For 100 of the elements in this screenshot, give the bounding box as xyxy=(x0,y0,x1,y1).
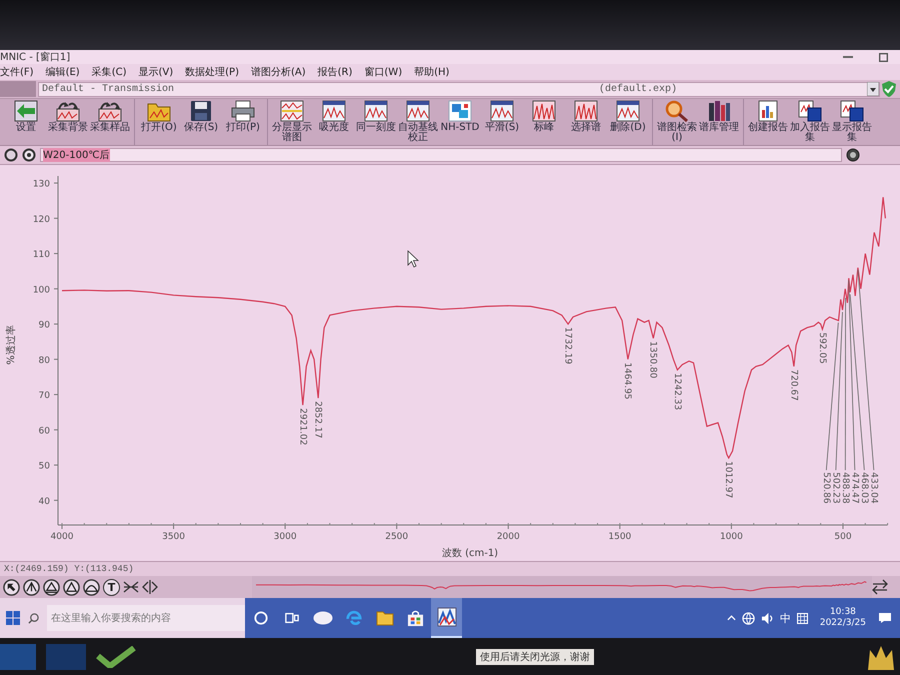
spectrum-app-icon xyxy=(436,607,456,627)
x-tick-label: 2500 xyxy=(385,532,408,542)
folder-icon xyxy=(376,610,394,626)
knob-icon[interactable] xyxy=(846,148,860,162)
menu-item[interactable]: 谱图分析(A) xyxy=(250,65,306,79)
windows-logo-icon[interactable] xyxy=(6,611,20,625)
grid-icon[interactable] xyxy=(796,612,808,624)
printer-icon xyxy=(231,100,255,122)
dot-ring-icon[interactable] xyxy=(22,148,36,162)
toolbar-button[interactable]: 打开(O) xyxy=(138,99,180,145)
double-arrows-icon[interactable] xyxy=(872,579,888,595)
peaks-icon xyxy=(532,100,556,122)
menu-item[interactable]: 数据处理(P) xyxy=(185,65,239,79)
checkmark-icon xyxy=(96,646,136,668)
peak-label: 1242.33 xyxy=(672,372,682,410)
toolbar-button[interactable]: 保存(S) xyxy=(180,99,222,145)
window-title: MNIC - [窗口1] xyxy=(0,50,70,64)
toolbar-button[interactable]: 显示报告集 xyxy=(831,99,873,145)
x-axis-title: 波数 (cm-1) xyxy=(442,548,498,559)
toolbar-button[interactable]: 吸光度 xyxy=(313,99,355,145)
menu-item[interactable]: 采集(C) xyxy=(92,65,126,79)
input-method-indicator[interactable]: 中 xyxy=(780,610,791,626)
circled-dome-icon[interactable] xyxy=(83,578,100,596)
spectrum-window-icon xyxy=(490,100,514,122)
sticker-note: 使用后请关闭光源，谢谢 xyxy=(476,648,594,664)
circled-peak-icon[interactable] xyxy=(23,578,40,596)
toolbar-button[interactable]: 谱库管理 xyxy=(698,99,740,145)
toolbar-button[interactable]: 打印(P) xyxy=(222,99,264,145)
peak-label: 1464.95 xyxy=(622,362,632,400)
toolbar-button[interactable]: 分层显示谱图 xyxy=(271,99,313,145)
toolbar-button[interactable]: 采集样品 xyxy=(89,99,131,145)
text-tool-button[interactable]: T xyxy=(103,578,120,596)
toolbar-button[interactable]: 采集背景 xyxy=(47,99,89,145)
caret-up-icon[interactable] xyxy=(726,615,736,621)
toolbar-button[interactable]: 同一刻度 xyxy=(355,99,397,145)
search-icon xyxy=(28,612,39,624)
shield-check-icon[interactable] xyxy=(882,81,896,97)
peak-label: 474.47 xyxy=(849,472,860,504)
x-tick-label: 1500 xyxy=(608,532,632,542)
y-tick-label: 130 xyxy=(32,180,50,190)
toolbar-button[interactable]: 选择谱 xyxy=(565,99,607,145)
peak-label: 520.86 xyxy=(820,472,831,504)
experiment-dropdown[interactable]: Default - Transmission (default.exp) xyxy=(38,82,880,96)
x-tick-label: 3500 xyxy=(162,532,186,542)
inward-arrows-icon[interactable] xyxy=(123,579,139,595)
toolbar-button[interactable]: 自动基线校正 xyxy=(397,99,439,145)
peak-label: 1350.80 xyxy=(648,341,658,378)
toolbar-button[interactable]: 加入报告集 xyxy=(789,99,831,145)
taskbar-time: 10:38 xyxy=(830,607,856,618)
ring-icon xyxy=(254,611,268,625)
arrow-tool-icon[interactable] xyxy=(3,578,20,596)
ring-icon[interactable] xyxy=(4,148,18,162)
notification-icon[interactable] xyxy=(878,612,892,624)
maximize-icon[interactable] xyxy=(879,52,888,62)
peak-label: 502.23 xyxy=(830,472,840,504)
toolbar-button[interactable]: 创建报告 xyxy=(747,99,789,145)
spectrum-window-icon xyxy=(364,100,388,122)
taskbar-search-field[interactable]: 在这里输入你要搜索的内容 xyxy=(47,605,245,631)
report-book-icon xyxy=(798,100,822,122)
peak-label: 2852.17 xyxy=(312,401,323,438)
books-icon xyxy=(707,100,731,122)
x-tick-label: 4000 xyxy=(50,532,74,542)
speaker-icon[interactable] xyxy=(760,612,774,624)
toolbar-button[interactable]: NH-STD xyxy=(439,99,481,145)
x-tick-label: 2000 xyxy=(496,532,520,542)
menu-item[interactable]: 显示(V) xyxy=(138,65,174,79)
peak-label: 468.03 xyxy=(858,472,869,504)
menu-item[interactable]: 报告(R) xyxy=(318,65,352,79)
taskbar-app-button[interactable] xyxy=(431,598,462,638)
y-tick-label: 50 xyxy=(38,462,50,472)
report-icon xyxy=(756,100,780,122)
blocks-icon xyxy=(448,100,472,122)
menu-item[interactable]: 帮助(H) xyxy=(414,65,450,79)
menu-item[interactable]: 窗口(W) xyxy=(364,65,402,79)
outward-arrows-icon[interactable] xyxy=(142,579,158,595)
y-tick-label: 100 xyxy=(32,285,50,296)
dropdown-arrow-icon[interactable] xyxy=(867,82,879,96)
peak-label: 2921.02 xyxy=(297,408,308,446)
peak-label: 1732.19 xyxy=(562,327,573,364)
circled-triangle-line-icon[interactable] xyxy=(43,578,60,596)
cloud-icon xyxy=(312,611,332,625)
toolbar-button[interactable]: 谱图检索(I) xyxy=(656,99,698,145)
toolbar-button[interactable]: 删除(D) xyxy=(607,99,649,145)
y-tick-label: 40 xyxy=(38,496,50,507)
x-tick-label: 1000 xyxy=(720,532,743,542)
globe-icon[interactable] xyxy=(742,612,755,624)
peak-label: 720.67 xyxy=(788,369,798,401)
spectrum-window-icon xyxy=(616,100,640,122)
curved-arrows-icon xyxy=(56,100,80,122)
spectrum-window-icon xyxy=(322,100,346,122)
search-icon xyxy=(665,100,689,122)
menu-item[interactable]: 文件(F) xyxy=(0,65,34,79)
menu-item[interactable]: 编辑(E) xyxy=(46,65,80,79)
experiment-file: (default.exp) xyxy=(598,84,677,94)
toolbar-button[interactable]: 标峰 xyxy=(523,99,565,145)
stacked-spectra-icon xyxy=(280,100,304,122)
browser-icon xyxy=(346,610,362,626)
toolbar-button[interactable]: 设置 xyxy=(5,99,47,145)
spectrum-title-field[interactable]: W20-100℃后 xyxy=(40,148,842,162)
toolbar-button[interactable]: 平滑(S) xyxy=(481,99,523,145)
